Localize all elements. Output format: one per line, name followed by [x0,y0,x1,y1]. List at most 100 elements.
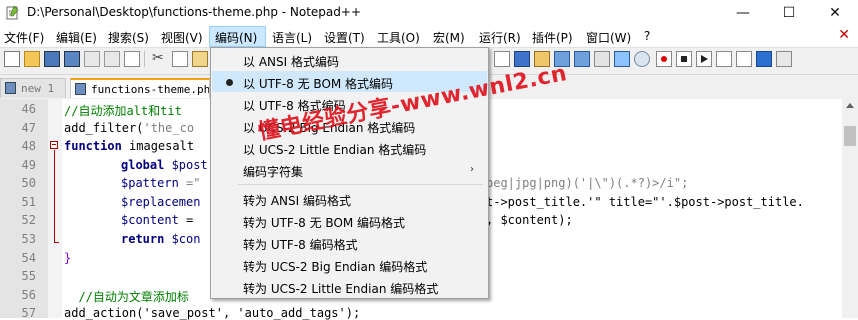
code-line-47: add_filter('the_co [64,121,194,135]
plugin-icon[interactable] [776,51,792,67]
close-document-icon[interactable]: ✕ [838,27,850,43]
save-macro-icon[interactable] [736,51,752,67]
code-line-49: global $post [121,158,208,172]
code-line-52: $content = [121,213,200,227]
save-all-icon[interactable] [64,51,80,67]
menu-separator [238,184,483,185]
menu-edit[interactable]: 编辑(E) [56,29,97,46]
code-token: add_filter( [64,121,144,135]
stop-macro-icon[interactable] [676,51,692,67]
convert-utf8-item[interactable]: 转为 UTF-8 编码格式 [243,236,358,253]
code-token: $content [121,213,179,227]
print-icon[interactable] [124,51,140,67]
code-token: return [121,232,165,246]
menu-settings[interactable]: 设置(T) [324,29,365,46]
code-token: $post [164,158,208,172]
code-line-51: $replacemen [121,195,201,209]
menu-view[interactable]: 视图(V) [161,29,203,46]
line-number: 48 [21,139,36,153]
tab-label: functions-theme.php [91,83,210,96]
play-macro-icon[interactable] [696,51,712,67]
tab-functions-theme[interactable]: functions-theme.php [70,78,210,98]
file-tab-icon [5,82,16,94]
close-all-icon[interactable] [104,51,120,67]
cut-icon[interactable]: ✂ [152,51,168,67]
code-token: =" [178,176,201,190]
code-line-52-tail: , $content); [486,213,573,227]
toolbar-separator [144,51,145,67]
minimize-button[interactable]: — [720,0,766,26]
submenu-arrow-icon: › [470,164,474,175]
tab-new-1[interactable]: new 1 [0,78,66,98]
code-line-46: //自动添加alt和tit [64,104,182,118]
line-number: 55 [21,269,36,283]
fold-margin[interactable] [48,99,62,318]
abc-spellcheck-icon[interactable] [756,51,772,67]
code-line-51-tail: t->post_title.'" title="'.$post->post_ti… [486,195,804,209]
line-number: 49 [21,158,36,172]
menu-macro[interactable]: 宏(M) [433,29,465,46]
close-file-icon[interactable] [84,51,100,67]
line-number: 53 [21,232,36,246]
convert-ucs2-le-item[interactable]: 转为 UCS-2 Little Endian 编码格式 [243,280,438,297]
code-line-48: function imagesalt [64,139,194,153]
character-sets-item[interactable]: 编码字符集 [243,163,303,180]
encode-ansi-item[interactable]: 以 ANSI 格式编码 [243,53,339,70]
code-token: $con [164,232,201,246]
save-icon[interactable] [44,51,60,67]
line-number: 52 [21,213,36,227]
fold-line [54,150,55,242]
notepadpp-app-icon [6,5,19,20]
menu-window[interactable]: 窗口(W) [586,29,631,46]
window-title: D:\Personal\Desktop\functions-theme.php … [27,5,361,19]
code-token: = [178,213,201,227]
function-list-icon[interactable] [594,51,610,67]
encode-utf8-nobom-item[interactable]: 以 UTF-8 无 BOM 格式编码 [243,75,393,92]
code-line-50-tail: peg|jpg|png)('|\")(.*?)>/i"; [486,176,689,190]
file-tab-icon [75,83,86,95]
line-number: 46 [21,102,36,116]
new-file-icon[interactable] [4,51,20,67]
code-line-54: } [64,251,72,265]
line-number: 54 [21,251,36,265]
close-window-button[interactable]: ✕ [812,0,858,26]
menu-search[interactable]: 搜索(S) [108,29,149,46]
menu-file[interactable]: 文件(F) [4,29,44,46]
code-line-53: return $con [121,232,200,246]
copy-icon[interactable] [172,51,188,67]
line-number: 47 [21,121,36,135]
convert-utf8-nobom-item[interactable]: 转为 UTF-8 无 BOM 编码格式 [243,214,405,231]
code-line-57: //自动为文章添加标 [64,290,189,304]
code-token: function [64,139,122,153]
code-token: $pattern [121,176,179,190]
menu-encoding[interactable]: 编码(N) [215,29,257,46]
scroll-up-arrow-icon[interactable] [846,103,854,108]
code-token: 'the_co [143,121,195,135]
menu-tools[interactable]: 工具(O) [377,29,420,46]
code-token: imagesalt [121,139,195,153]
code-token: global [121,158,165,172]
fold-end-mark [54,242,59,243]
code-line-50: $pattern =" [121,176,200,190]
line-number: 50 [21,176,36,190]
menu-run[interactable]: 运行(R) [479,29,521,46]
tab-label: new 1 [21,82,55,95]
menu-help[interactable]: ? [644,29,650,43]
record-macro-icon[interactable] [656,51,672,67]
convert-ansi-item[interactable]: 转为 ANSI 编码格式 [243,192,351,209]
folder-workspace-icon[interactable] [614,51,630,67]
menu-language[interactable]: 语言(L) [272,29,312,46]
line-number: 56 [21,288,36,302]
monitoring-icon[interactable] [634,51,650,67]
line-number: 51 [21,195,36,209]
fold-collapse-icon[interactable] [50,141,58,149]
paste-icon[interactable] [192,51,208,67]
convert-ucs2-be-item[interactable]: 转为 UCS-2 Big Endian 编码格式 [243,258,427,275]
menu-plugins[interactable]: 插件(P) [532,29,573,46]
scrollbar-thumb[interactable] [844,126,856,146]
run-macro-multiple-icon[interactable] [716,51,732,67]
maximize-button[interactable]: ☐ [766,0,812,26]
open-file-icon[interactable] [24,51,40,67]
doc-map-icon[interactable] [574,51,590,67]
wrap-icon[interactable] [494,51,510,67]
